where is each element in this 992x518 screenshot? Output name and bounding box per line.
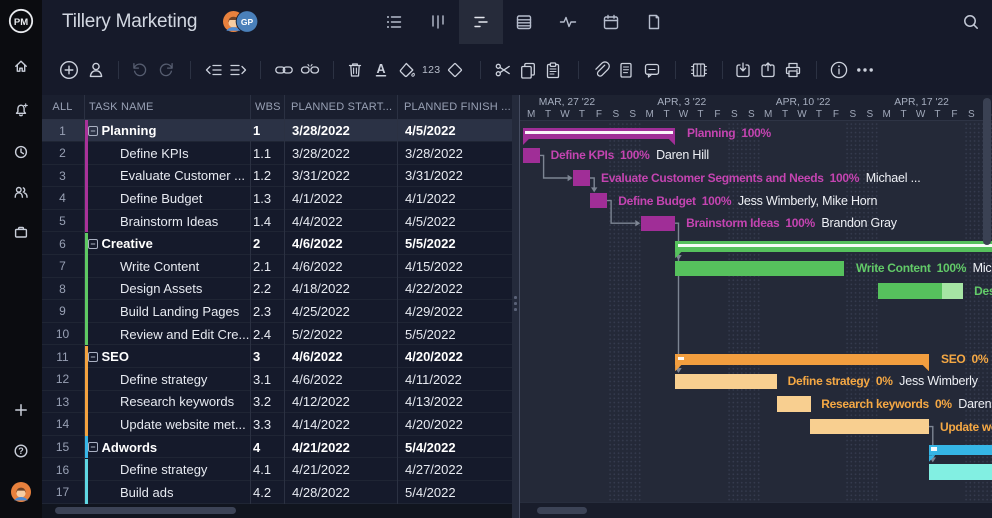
svg-text:A: A — [376, 62, 385, 76]
svg-text:?: ? — [18, 446, 24, 456]
svg-text:PM: PM — [14, 17, 28, 28]
svg-text:GP: GP — [241, 17, 254, 27]
